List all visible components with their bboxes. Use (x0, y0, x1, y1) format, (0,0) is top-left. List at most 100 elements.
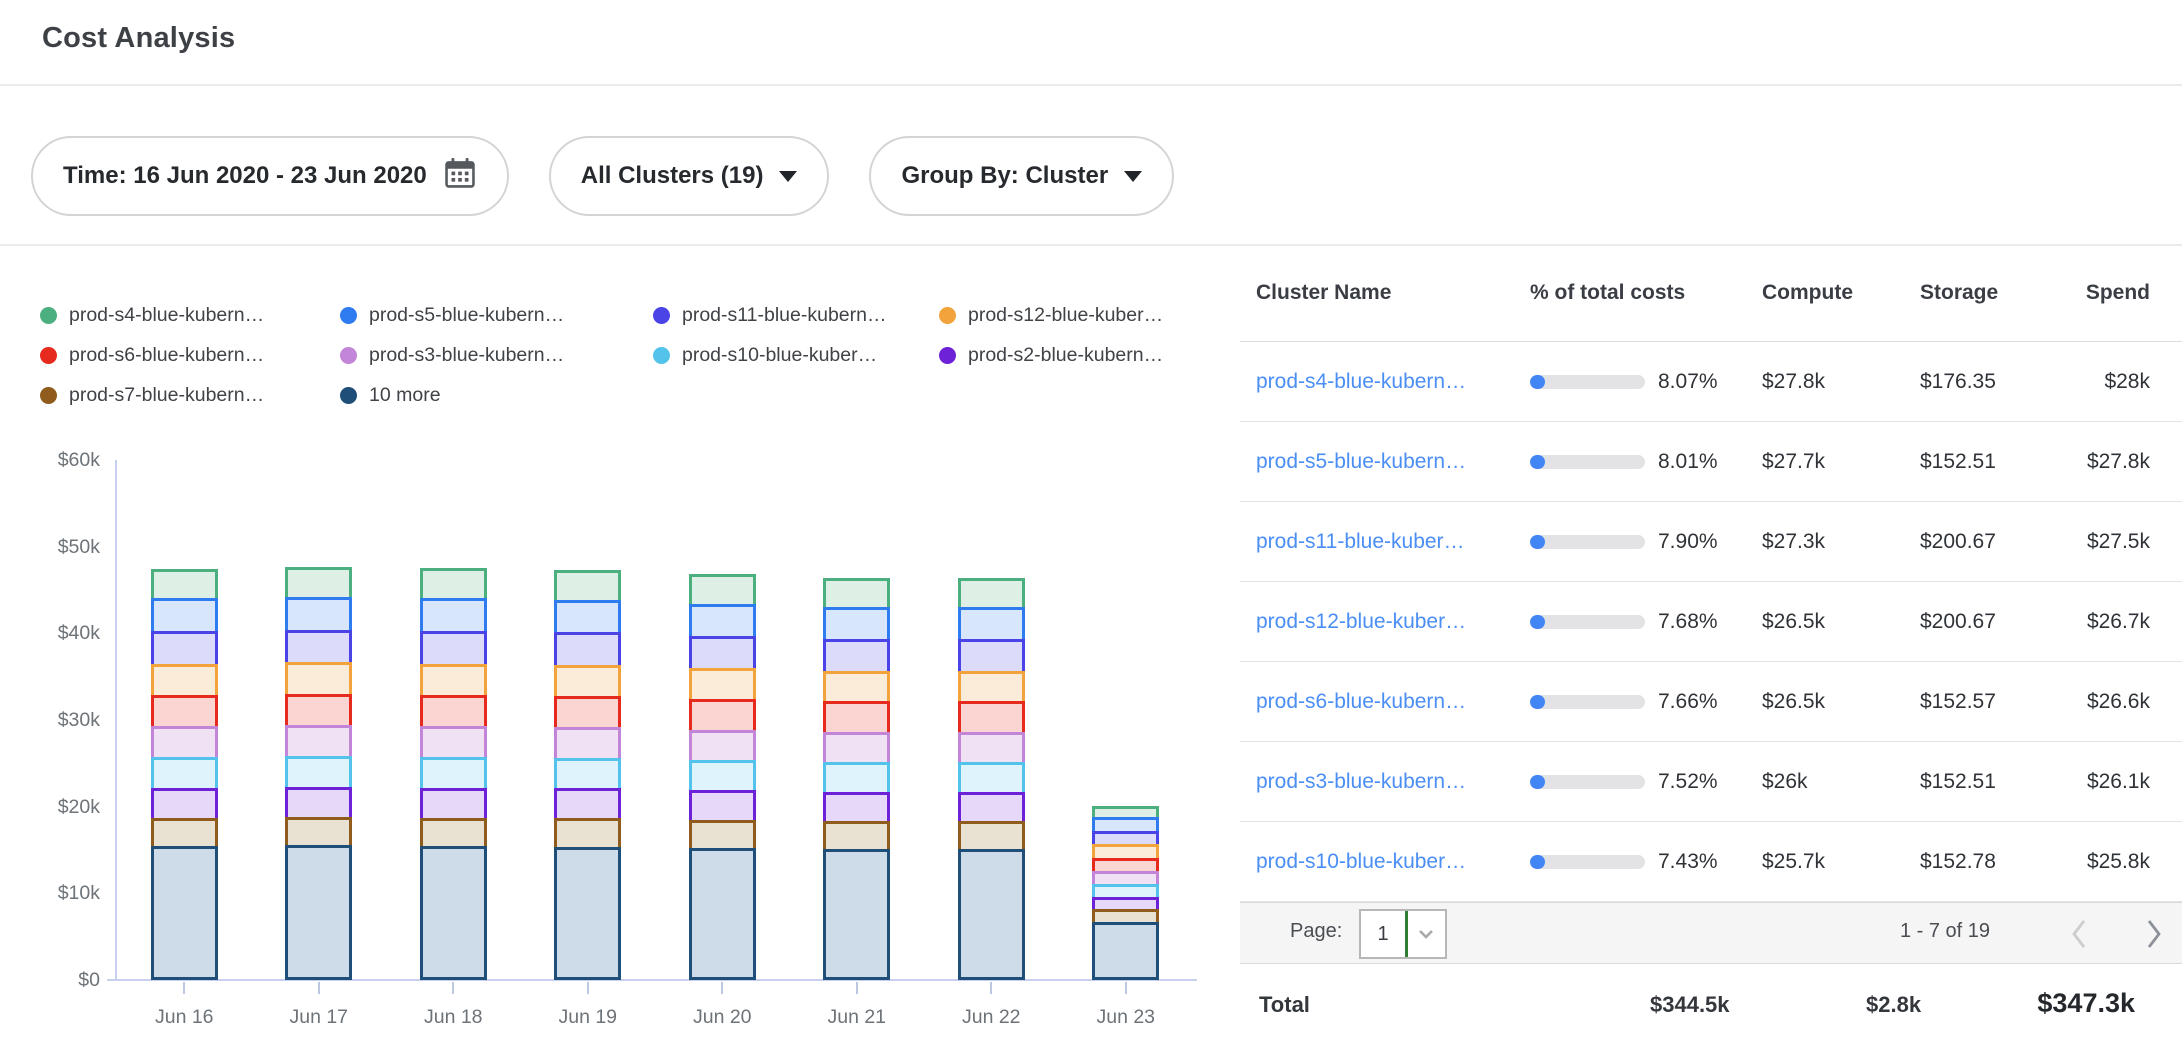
bar-segment[interactable] (420, 631, 487, 666)
bar-segment[interactable] (151, 818, 218, 850)
bar-segment[interactable] (285, 630, 352, 666)
bar-segment[interactable] (689, 604, 756, 639)
bar-segment[interactable] (958, 701, 1025, 735)
bar-segment[interactable] (823, 701, 890, 735)
bar-segment[interactable] (958, 732, 1025, 765)
clusters-filter-dropdown[interactable]: All Clusters (19) (549, 136, 830, 216)
bar-segment[interactable] (420, 664, 487, 698)
bar-segment[interactable] (554, 665, 621, 699)
bar-segment[interactable] (285, 597, 352, 633)
bar-segment[interactable] (151, 598, 218, 634)
bar-segment[interactable] (689, 790, 756, 823)
bar-segment[interactable] (151, 695, 218, 729)
bar-segment[interactable] (420, 695, 487, 729)
bar-segment[interactable] (554, 600, 621, 636)
legend-item[interactable]: prod-s6-blue-kubern… (40, 340, 340, 370)
bar-segment[interactable] (689, 668, 756, 702)
bar-segment[interactable] (420, 757, 487, 790)
cluster-name-link[interactable]: prod-s11-blue-kuber… (1240, 530, 1510, 554)
legend-item[interactable]: prod-s12-blue-kuber… (939, 300, 1163, 330)
legend-item[interactable]: prod-s4-blue-kubern… (40, 300, 340, 330)
cluster-name-link[interactable]: prod-s5-blue-kubern… (1240, 450, 1510, 474)
bar-segment[interactable] (151, 631, 218, 666)
cluster-name-link[interactable]: prod-s10-blue-kuber… (1240, 850, 1510, 874)
next-page-chevron-icon[interactable] (2142, 917, 2166, 951)
bar-segment[interactable] (823, 821, 890, 852)
stacked-bar[interactable] (1092, 806, 1159, 980)
bar-segment[interactable] (151, 788, 218, 821)
time-range-filter-button[interactable]: Time: 16 Jun 2020 - 23 Jun 2020 (31, 136, 509, 216)
bar-segment[interactable] (823, 671, 890, 705)
bar-segment[interactable] (285, 694, 352, 728)
stacked-bar[interactable] (420, 568, 487, 980)
bar-segment[interactable] (958, 671, 1025, 705)
bar-segment[interactable] (958, 578, 1025, 610)
stacked-bar[interactable] (958, 578, 1025, 980)
bar-segment[interactable] (420, 846, 487, 980)
legend-item[interactable]: prod-s10-blue-kuber… (653, 340, 939, 370)
page-select[interactable]: 1 (1359, 909, 1447, 959)
bar-segment[interactable] (151, 664, 218, 698)
bar-segment[interactable] (151, 726, 218, 760)
bar-segment[interactable] (420, 788, 487, 821)
bar-segment[interactable] (554, 818, 621, 850)
legend-item[interactable]: 10 more (340, 380, 653, 410)
bar-segment[interactable] (554, 632, 621, 667)
bar-segment[interactable] (554, 847, 621, 980)
bar-segment[interactable] (823, 732, 890, 765)
stacked-bar[interactable] (689, 574, 756, 980)
previous-page-chevron-icon[interactable] (2067, 917, 2091, 951)
bar-segment[interactable] (554, 570, 621, 603)
bar-segment[interactable] (554, 727, 621, 761)
bar-segment[interactable] (420, 598, 487, 634)
legend-item[interactable]: prod-s2-blue-kubern… (939, 340, 1163, 370)
stacked-bar[interactable] (285, 567, 352, 980)
bar-segment[interactable] (285, 817, 352, 849)
legend-item[interactable]: prod-s3-blue-kubern… (340, 340, 653, 370)
bar-segment[interactable] (420, 726, 487, 760)
cluster-name-link[interactable]: prod-s12-blue-kuber… (1240, 610, 1510, 634)
bar-segment[interactable] (285, 725, 352, 759)
bar-segment[interactable] (285, 756, 352, 790)
bar-segment[interactable] (823, 639, 890, 674)
bar-segment[interactable] (958, 849, 1025, 980)
bar-segment[interactable] (285, 787, 352, 820)
stacked-bar[interactable] (151, 569, 218, 981)
bar-segment[interactable] (823, 792, 890, 824)
bar-segment[interactable] (958, 639, 1025, 674)
stacked-bar[interactable] (823, 578, 890, 980)
bar-segment[interactable] (689, 820, 756, 851)
cluster-name-link[interactable]: prod-s3-blue-kubern… (1240, 770, 1510, 794)
bar-segment[interactable] (958, 821, 1025, 852)
bar-segment[interactable] (689, 760, 756, 793)
bar-segment[interactable] (151, 846, 218, 980)
bar-segment[interactable] (958, 607, 1025, 642)
bar-segment[interactable] (285, 845, 352, 980)
bar-segment[interactable] (823, 607, 890, 642)
legend-item[interactable]: prod-s5-blue-kubern… (340, 300, 653, 330)
cluster-name-link[interactable]: prod-s4-blue-kubern… (1240, 370, 1510, 394)
bar-segment[interactable] (151, 757, 218, 790)
bar-segment[interactable] (689, 574, 756, 607)
bar-segment[interactable] (823, 578, 890, 610)
bar-segment[interactable] (689, 730, 756, 763)
bar-segment[interactable] (554, 758, 621, 791)
group-by-dropdown[interactable]: Group By: Cluster (869, 136, 1174, 216)
bar-segment[interactable] (1092, 922, 1159, 980)
bar-segment[interactable] (958, 792, 1025, 824)
bar-segment[interactable] (823, 849, 890, 980)
bar-segment[interactable] (689, 848, 756, 980)
bar-segment[interactable] (151, 569, 218, 602)
bar-segment[interactable] (554, 788, 621, 821)
bar-segment[interactable] (554, 696, 621, 730)
bar-segment[interactable] (285, 567, 352, 600)
stacked-bar[interactable] (554, 570, 621, 980)
bar-segment[interactable] (689, 699, 756, 733)
bar-segment[interactable] (958, 762, 1025, 795)
legend-item[interactable]: prod-s11-blue-kubern… (653, 300, 939, 330)
bar-segment[interactable] (823, 762, 890, 795)
bar-segment[interactable] (420, 568, 487, 601)
legend-item[interactable]: prod-s7-blue-kubern… (40, 380, 340, 410)
bar-segment[interactable] (285, 662, 352, 697)
bar-segment[interactable] (420, 818, 487, 850)
